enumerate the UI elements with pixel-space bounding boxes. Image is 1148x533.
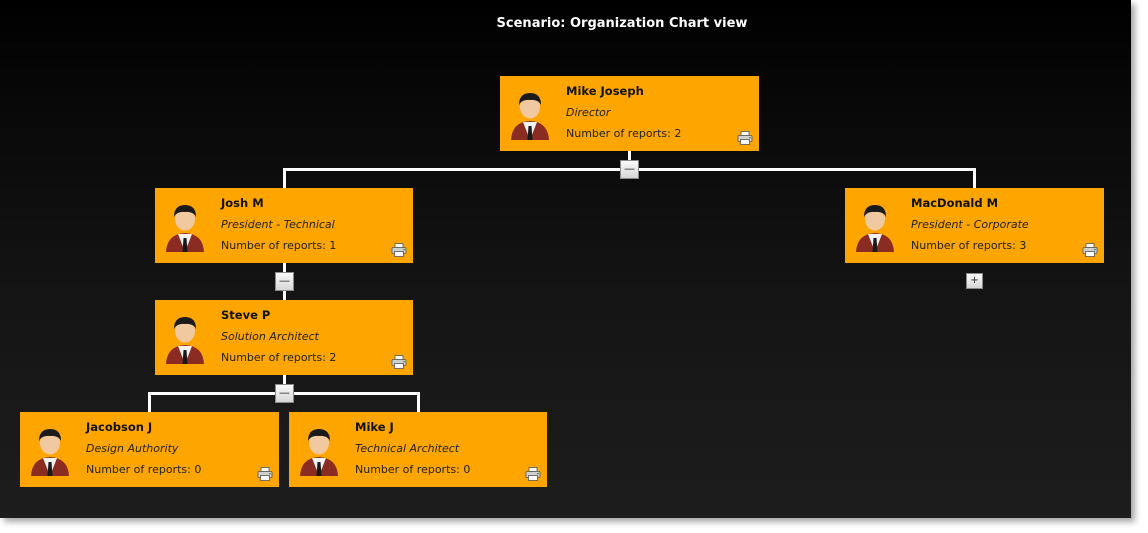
person-avatar-icon: [300, 429, 338, 476]
person-avatar-icon: [31, 429, 69, 476]
node-name: Steve P: [221, 308, 271, 322]
connector-line: [283, 168, 286, 188]
node-role: Director: [566, 106, 611, 119]
node-role: Design Authority: [86, 442, 179, 455]
node-name: MacDonald M: [911, 196, 999, 210]
org-node-josh-m[interactable]: Josh M President - Technical Number of r…: [155, 188, 413, 263]
connector-line: [417, 392, 420, 412]
node-reports: Number of reports: 3: [911, 239, 1027, 252]
node-role: Technical Architect: [355, 442, 460, 455]
org-chart-canvas: Scenario: Organization Chart view Mike J…: [0, 0, 1131, 518]
collapse-button-mike-joseph[interactable]: —: [620, 160, 639, 179]
print-icon[interactable]: [525, 467, 541, 481]
print-icon[interactable]: [391, 355, 407, 369]
person-avatar-icon: [511, 93, 549, 140]
node-reports: Number of reports: 2: [221, 351, 337, 364]
person-avatar-icon: [166, 205, 204, 252]
node-name: Josh M: [221, 196, 264, 210]
connector-line: [973, 168, 976, 188]
person-avatar-icon: [856, 205, 894, 252]
org-node-mike-joseph[interactable]: Mike Joseph Director Number of reports: …: [500, 76, 759, 151]
node-name: Mike J: [355, 420, 394, 434]
org-node-macdonald-m[interactable]: MacDonald M President - Corporate Number…: [845, 188, 1104, 263]
node-reports: Number of reports: 1: [221, 239, 337, 252]
node-name: Jacobson J: [86, 420, 153, 434]
node-reports: Number of reports: 2: [566, 127, 682, 140]
connector-line: [148, 392, 151, 412]
org-node-jacobson-j[interactable]: Jacobson J Design Authority Number of re…: [20, 412, 279, 487]
org-node-mike-j[interactable]: Mike J Technical Architect Number of rep…: [289, 412, 547, 487]
print-icon[interactable]: [737, 131, 753, 145]
node-reports: Number of reports: 0: [86, 463, 202, 476]
collapse-button-steve-p[interactable]: —: [275, 384, 294, 403]
node-role: Solution Architect: [221, 330, 319, 343]
print-icon[interactable]: [1082, 243, 1098, 257]
person-avatar-icon: [166, 317, 204, 364]
collapse-button-josh-m[interactable]: —: [275, 272, 294, 291]
print-icon[interactable]: [391, 243, 407, 257]
expand-button-macdonald-m[interactable]: +: [966, 273, 983, 289]
print-icon[interactable]: [257, 467, 273, 481]
node-reports: Number of reports: 0: [355, 463, 471, 476]
org-node-steve-p[interactable]: Steve P Solution Architect Number of rep…: [155, 300, 413, 375]
chart-title: Scenario: Organization Chart view: [496, 16, 748, 31]
node-role: President - Technical: [221, 218, 335, 231]
node-role: President - Corporate: [911, 218, 1029, 231]
node-name: Mike Joseph: [566, 84, 644, 98]
